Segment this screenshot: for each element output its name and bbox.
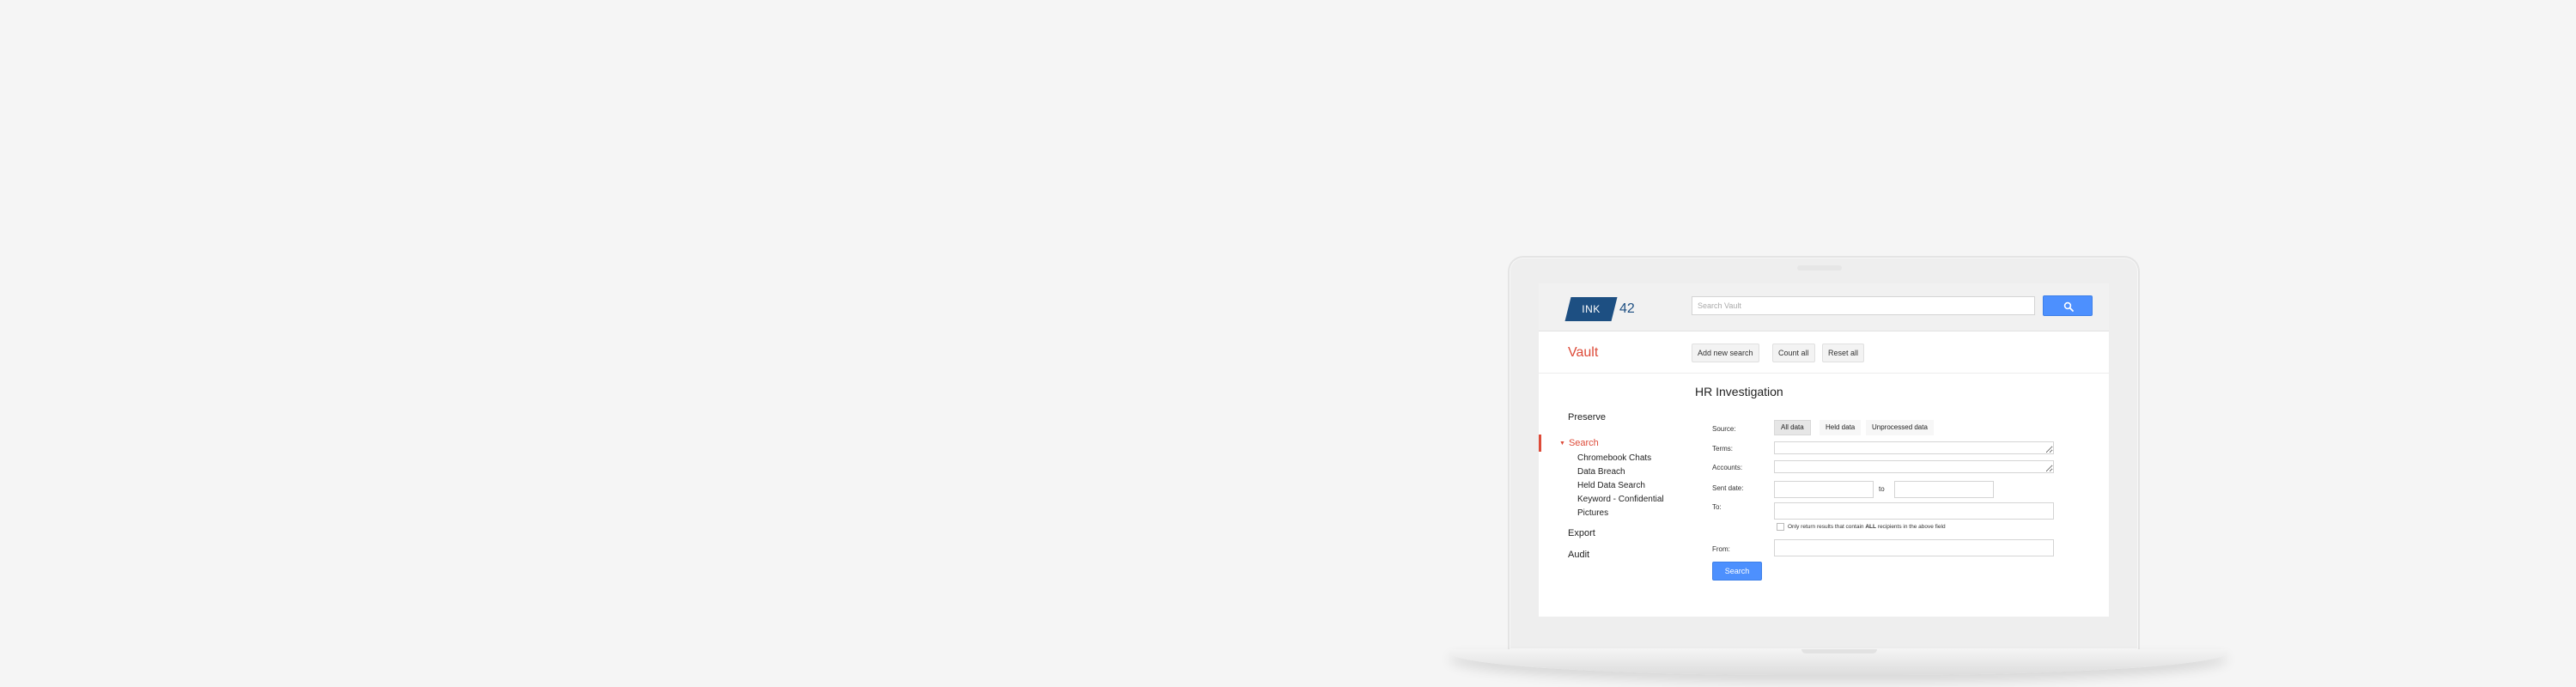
logo-text: INK (1582, 303, 1601, 315)
sidebar-item-preserve[interactable]: Preserve (1568, 412, 1606, 423)
all-recipients-checkbox-label: Only return results that contain ALL rec… (1788, 524, 1946, 530)
ink42-logo[interactable]: INK 42 (1564, 297, 1645, 321)
checkbox-label-suffix: recipients in the above field (1877, 524, 1946, 530)
sidebar-item-audit[interactable]: Audit (1568, 550, 1589, 560)
source-tab-all-data[interactable]: All data (1774, 420, 1811, 435)
laptop-base (1449, 649, 2227, 675)
caret-down-icon: ▼ (1559, 441, 1565, 447)
header-divider (1539, 373, 2109, 374)
to-label: To: (1712, 503, 1722, 511)
terms-label: Terms: (1712, 445, 1733, 453)
accounts-label: Accounts: (1712, 464, 1743, 471)
source-tab-unprocessed-data[interactable]: Unprocessed data (1866, 420, 1934, 435)
laptop-base-notch (1801, 649, 1877, 654)
from-field[interactable] (1774, 539, 2054, 556)
page-title: HR Investigation (1695, 385, 1783, 398)
from-label: From: (1712, 545, 1730, 553)
source-tab-held-data[interactable]: Held data (1820, 420, 1862, 435)
active-indicator (1539, 435, 1541, 452)
terms-field[interactable] (1774, 441, 2054, 454)
logo-number: 42 (1619, 301, 1635, 316)
sidebar-subitem-keyword-confidential[interactable]: Keyword - Confidential (1577, 495, 1664, 504)
reset-all-button[interactable]: Reset all (1822, 344, 1865, 362)
date-range-separator: to (1879, 485, 1885, 493)
search-submit-button[interactable]: Search (1712, 562, 1762, 581)
add-new-search-button[interactable]: Add new search (1692, 344, 1759, 362)
sidebar-item-export[interactable]: Export (1568, 528, 1595, 538)
vault-search-button[interactable] (2043, 295, 2093, 316)
sidebar-item-search-label: Search (1568, 438, 1599, 448)
sidebar-item-search[interactable]: ▼ Search (1559, 438, 1599, 448)
source-label: Source: (1712, 425, 1736, 433)
checkbox-label-prefix: Only return results that contain (1788, 524, 1864, 530)
to-field[interactable] (1774, 502, 2054, 520)
sent-date-from-field[interactable] (1774, 481, 1874, 498)
count-all-button[interactable]: Count all (1772, 344, 1815, 362)
all-recipients-checkbox[interactable] (1777, 523, 1784, 531)
sent-date-label: Sent date: (1712, 484, 1744, 492)
sidebar-subitem-pictures[interactable]: Pictures (1577, 508, 1608, 518)
top-bar: INK 42 (1539, 283, 2109, 331)
vault-search-input[interactable] (1692, 296, 2035, 315)
sidebar-subitem-data-breach[interactable]: Data Breach (1577, 467, 1625, 477)
app-screen: INK 42 Vault Add new search Count all Re… (1539, 283, 2109, 617)
sent-date-to-field[interactable] (1894, 481, 1994, 498)
accounts-field[interactable] (1774, 460, 2054, 473)
search-icon (2063, 301, 2074, 312)
sidebar-subitem-chromebook-chats[interactable]: Chromebook Chats (1577, 453, 1651, 463)
sidebar-subitem-held-data-search[interactable]: Held Data Search (1577, 481, 1645, 490)
camera (1797, 265, 1842, 271)
app-title: Vault (1568, 345, 1599, 360)
checkbox-label-emphasis: ALL (1865, 524, 1876, 530)
